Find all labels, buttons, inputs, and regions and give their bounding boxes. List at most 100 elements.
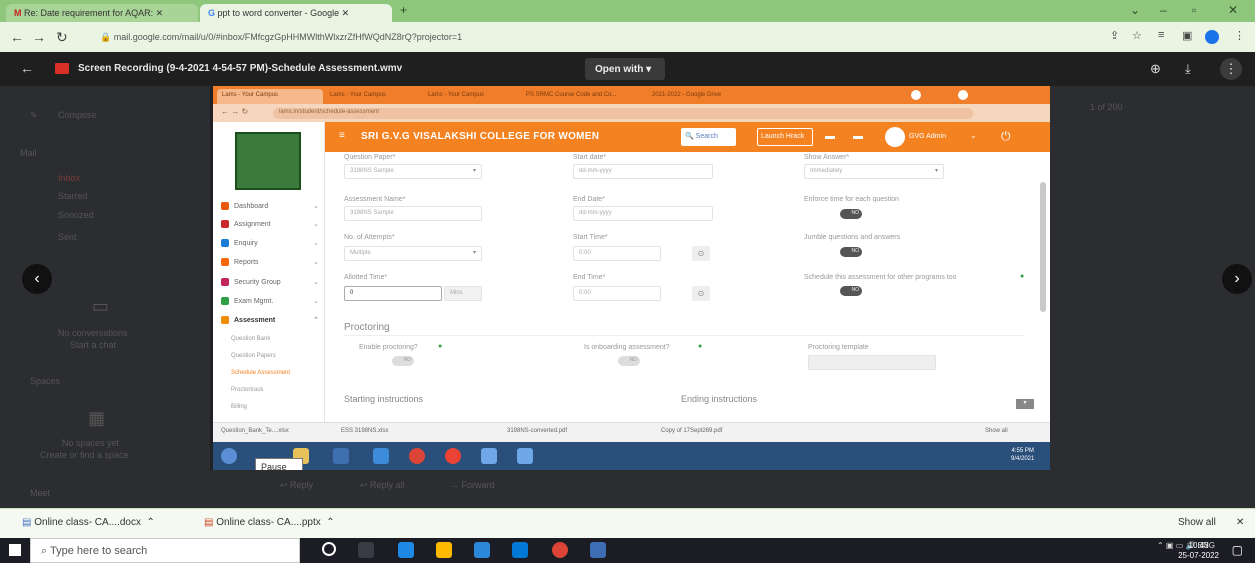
inner-tab-strip: Lams - Your Campus Lams - Your Campus La… <box>213 86 1050 104</box>
divider <box>344 335 1024 336</box>
proctoring-template-select <box>808 355 936 370</box>
tab-gmail[interactable]: M Re: Date requirement for AQAR: ✕ <box>6 4 198 22</box>
store-icon[interactable] <box>474 542 490 558</box>
scroll-down-icon: ▾ <box>1016 399 1034 409</box>
powerpoint-icon: ▤ <box>204 517 214 528</box>
previous-file-icon[interactable]: ‹ <box>22 264 52 294</box>
open-with-button[interactable]: Open with ▾ <box>585 58 665 80</box>
close-download-bar-icon[interactable]: ✕ <box>1236 517 1244 528</box>
proctoring-heading: Proctoring <box>344 322 390 333</box>
tab-google-search[interactable]: G ppt to word converter - Google ✕ <box>200 4 392 22</box>
question-paper-select: 3198NS Sample ▾ <box>344 164 482 179</box>
task-view-icon[interactable] <box>358 542 374 558</box>
show-answer-label: Show Answer* <box>804 154 850 161</box>
reload-icon[interactable]: ↻ <box>56 29 68 46</box>
download-item-docx[interactable]: ▤ Online class- CA....docx ⌃ <box>22 517 155 528</box>
edge-icon[interactable] <box>398 542 414 558</box>
video-frame[interactable]: Lams - Your Campus Lams - Your Campus La… <box>213 86 1050 470</box>
launch-button: Launch Hrack <box>757 128 813 146</box>
windows-start-icon[interactable] <box>9 544 21 556</box>
new-tab-button[interactable]: + <box>400 3 407 17</box>
file-explorer-icon[interactable] <box>436 542 452 558</box>
inbox-item[interactable]: Inbox <box>58 173 80 183</box>
schedule-assessment-form: Question Paper* 3198NS Sample ▾ Start dat… <box>326 152 1038 442</box>
start-chat-link[interactable]: Start a chat <box>70 340 116 350</box>
sidebar-sub-schedule-assessment: Schedule Assessment <box>231 370 291 376</box>
exam-icon <box>221 297 229 305</box>
chat-icon: ▭ <box>92 296 110 316</box>
sidebar-sub-question-bank: Question Bank <box>231 336 271 342</box>
security-group-icon <box>221 278 229 286</box>
taskbar-search-input[interactable]: ⌕ Type here to search <box>30 538 300 563</box>
reports-icon <box>221 258 229 266</box>
profile-avatar[interactable] <box>1205 30 1219 44</box>
user-name: GVG Admin <box>909 133 946 140</box>
show-answer-select: Immediately ▾ <box>804 164 944 179</box>
reply-button[interactable]: ↩ Reply <box>280 480 313 491</box>
starting-instructions-heading: Starting instructions <box>344 394 424 404</box>
allotted-time-unit: Mins <box>444 286 482 301</box>
attempts-select: Multiple ▾ <box>344 246 482 261</box>
start-time-input: 0:00 <box>573 246 661 261</box>
compose-button[interactable]: Compose <box>58 110 97 120</box>
forward-button[interactable]: → Forward <box>450 480 495 490</box>
reading-list-icon[interactable]: ≡ <box>1158 29 1164 41</box>
mail-icon[interactable] <box>512 542 528 558</box>
start-date-input: dd-mm-yyyy <box>573 164 713 179</box>
minimize-button[interactable]: – <box>1160 3 1167 17</box>
show-all-downloads[interactable]: Show all <box>1178 517 1216 528</box>
download-bar: ▤ Online class- CA....docx ⌃ ▤ Online cl… <box>0 508 1255 538</box>
url-input[interactable]: 🔒 mail.google.com/mail/u/0/#inbox/FMfcgz… <box>92 27 1092 47</box>
share-icon[interactable]: ⇪ <box>1110 29 1119 42</box>
inner-address-bar: ← → ↻ lams.in/student/schedule-assessmen… <box>213 104 1050 122</box>
notifications-icon[interactable]: ▢ <box>1232 543 1243 557</box>
lock-icon: 🔒 <box>100 32 112 42</box>
meet-heading: Meet <box>30 488 51 498</box>
sent-item[interactable]: Sent <box>58 232 77 242</box>
photos-icon[interactable] <box>590 542 606 558</box>
inner-scrollbar <box>1040 182 1046 312</box>
create-space-link[interactable]: Create or find a space <box>40 450 129 460</box>
sidebar-item-enquiry: Enquiry ⌄ <box>221 239 319 247</box>
sidebar-item-security-group: Security Group ⌄ <box>221 278 319 286</box>
inner-url: lams.in/student/schedule-assessment <box>273 108 973 119</box>
enable-proctoring-label: Enable proctoring? <box>359 344 418 351</box>
address-bar-row: ← → ↻ 🔒 mail.google.com/mail/u/0/#inbox/… <box>0 22 1255 52</box>
add-shortcut-icon[interactable]: ⊕ <box>1150 61 1161 77</box>
inner-tab: Lams - Your Campus <box>330 92 387 98</box>
forward-icon[interactable]: → <box>32 29 46 45</box>
close-viewer-icon[interactable]: ← <box>20 60 34 76</box>
snoozed-item[interactable]: Snoozed <box>58 210 94 220</box>
word-icon: ▤ <box>22 517 32 528</box>
download-icon[interactable]: ⤓ <box>1185 61 1191 77</box>
starred-item[interactable]: Starred <box>58 191 88 201</box>
next-file-icon[interactable]: › <box>1222 264 1252 294</box>
calendar-icon: ▬ <box>825 131 835 142</box>
bookmark-star-icon[interactable]: ☆ <box>1132 29 1142 42</box>
reply-all-button[interactable]: ↩ Reply all <box>360 480 405 491</box>
app-icon <box>333 448 349 464</box>
power-icon: ⏻ <box>1001 129 1011 143</box>
end-date-input: dd-mm-yyyy <box>573 206 713 221</box>
menu-icon[interactable]: ⋮ <box>1234 29 1245 42</box>
tab-search-icon[interactable]: ⌄ <box>1130 3 1140 17</box>
clock[interactable]: 10:43 25-07-2022 <box>1178 541 1219 561</box>
schedule-other-label: Schedule this assessment for other progr… <box>804 274 957 281</box>
app-sidebar: Dashboard ⌄ Assignment ⌄ Enquiry ⌄ Reports ⌄… <box>213 122 325 422</box>
more-options-icon[interactable]: ⋮ <box>1220 58 1242 80</box>
cortana-icon[interactable] <box>322 542 336 556</box>
mail-heading: Mail <box>20 148 37 158</box>
windows-taskbar: ⌕ Type here to search ⌃ ▣ ▭ 🔊 ENG 10:43 2… <box>0 538 1255 563</box>
app-icon <box>373 448 389 464</box>
maximize-button[interactable]: ▫ <box>1192 3 1196 17</box>
onboarding-toggle: NO <box>618 356 640 366</box>
download-item-pptx[interactable]: ▤ Online class- CA....pptx ⌃ <box>204 517 335 528</box>
chrome-icon[interactable] <box>552 542 568 558</box>
no-conversations-text: No conversations <box>58 328 128 338</box>
close-button[interactable]: ✕ <box>1228 3 1238 17</box>
google-icon: G <box>208 8 216 18</box>
end-date-label: End Date* <box>573 196 605 203</box>
sidebar-icon[interactable]: ▣ <box>1182 29 1192 42</box>
inner-download-item: Copy of 17Sept269.pdf <box>661 428 723 434</box>
back-icon[interactable]: ← <box>10 29 24 45</box>
